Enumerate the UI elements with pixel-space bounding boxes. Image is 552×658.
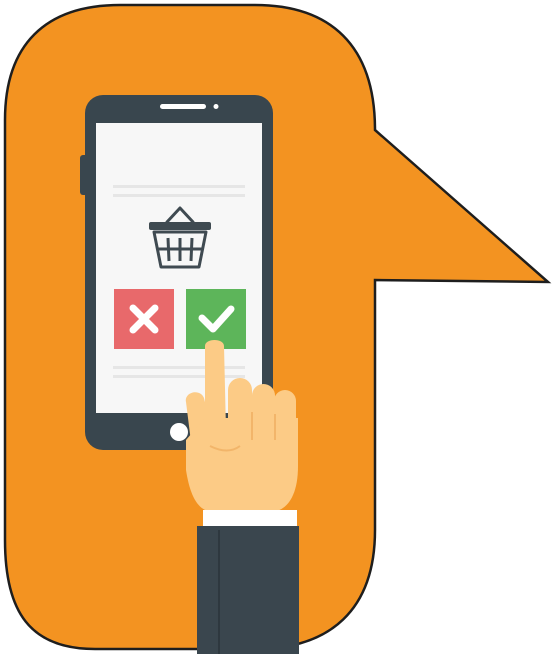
illustration-canvas bbox=[3, 3, 552, 654]
approve-button[interactable] bbox=[186, 289, 246, 349]
reject-button[interactable] bbox=[114, 289, 174, 349]
screen-text-line bbox=[113, 375, 245, 378]
jacket-sleeve bbox=[197, 526, 299, 654]
palm bbox=[186, 418, 298, 512]
screen-text-line bbox=[113, 366, 245, 369]
phone-home-button bbox=[170, 423, 188, 441]
screen-text-line bbox=[113, 185, 245, 188]
illustration bbox=[0, 0, 552, 654]
screen-text-line bbox=[113, 194, 245, 197]
phone-speaker bbox=[160, 104, 206, 109]
shirt-cuff bbox=[203, 510, 297, 528]
phone-camera bbox=[213, 104, 219, 109]
